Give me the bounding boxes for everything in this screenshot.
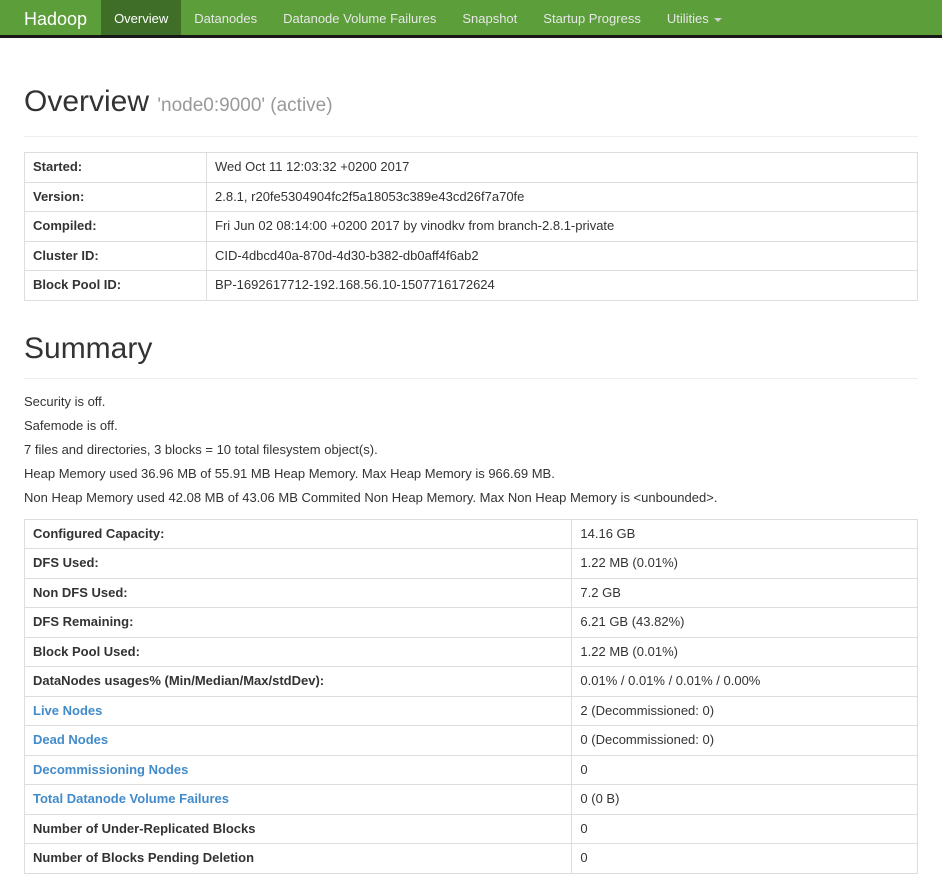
- row-label-cell: Number of Under-Replicated Blocks: [23, 813, 573, 844]
- table-row: Block Pool Used: 1.22 MB (0.01%): [23, 636, 918, 667]
- summary-paragraph: Heap Memory used 36.96 MB of 55.91 MB He…: [24, 465, 555, 481]
- row-label-cell: Number of Blocks Pending Deletion: [23, 843, 573, 874]
- nav-tab[interactable]: Overview: [101, 0, 182, 35]
- nav-tab-label: Datanodes: [194, 11, 258, 26]
- table-row: Cluster ID: CID-4dbcd40a-870d-4d30-b382-…: [24, 240, 918, 271]
- namenode-address: 'node0:9000' (active): [157, 95, 333, 116]
- row-label-cell: Configured Capacity:: [23, 518, 573, 549]
- summary-row-value: 0: [571, 843, 918, 874]
- table-row: Compiled: Fri Jun 02 08:14:00 +0200 2017…: [24, 211, 918, 242]
- row-label-cell: Non DFS Used:: [23, 577, 573, 608]
- nav-tab-label: Datanode Volume Failures: [283, 11, 437, 26]
- summary-title: Summary: [24, 332, 918, 379]
- overview-row-label: Compiled:: [33, 218, 97, 233]
- row-label-cell: Started:: [24, 152, 207, 183]
- overview-row-label: Started:: [33, 159, 83, 174]
- table-row: Version: 2.8.1, r20fe5304904fc2f5a18053c…: [24, 181, 918, 212]
- summary-row-label[interactable]: Dead Nodes: [33, 732, 108, 747]
- table-row: Number of Under-Replicated Blocks 0: [23, 813, 918, 844]
- nav-tab-label: Startup Progress: [543, 11, 641, 26]
- nav-tab[interactable]: Datanodes: [181, 0, 270, 35]
- overview-row-label: Version:: [33, 188, 85, 204]
- summary-row-label: Configured Capacity:: [33, 525, 165, 541]
- table-row: Total Datanode Volume Failures 0 (0 B): [23, 784, 918, 815]
- summary-paragraph: 7 files and directories, 3 blocks = 10 t…: [24, 441, 378, 457]
- row-label-cell: DataNodes usages% (Min/Median/Max/stdDev…: [23, 666, 573, 697]
- nav-tab[interactable]: Snapshot: [449, 0, 530, 35]
- table-row: DFS Remaining: 6.21 GB (43.82%): [23, 607, 918, 638]
- overview-table: Started: Wed Oct 11 12:03:32 +0200 2017 …: [24, 152, 918, 301]
- row-label-cell: Version:: [24, 181, 207, 212]
- overview-row-label: Block Pool ID:: [33, 277, 122, 292]
- summary-row-value: 1.22 MB (0.01%): [571, 636, 918, 667]
- summary-paragraph: Safemode is off.: [24, 417, 118, 433]
- navbar: Hadoop Overview Datanodes Datanode Volum…: [0, 0, 942, 38]
- chevron-down-icon: [713, 17, 722, 22]
- summary-paragraph: Security is off.: [24, 393, 106, 409]
- summary-row-label: DFS Used:: [33, 555, 99, 570]
- summary-row-label: Number of Blocks Pending Deletion: [33, 850, 255, 865]
- summary-row-value: 0 (0 B): [571, 784, 918, 815]
- summary-row-value: 0: [571, 813, 918, 844]
- nav-tab-label: Overview: [114, 11, 169, 26]
- table-row: Configured Capacity: 14.16 GB: [23, 518, 918, 549]
- summary-row-label[interactable]: Total Datanode Volume Failures: [33, 791, 229, 806]
- row-label-cell: DFS Remaining:: [23, 607, 573, 638]
- summary-row-value: 2 (Decommissioned: 0): [571, 695, 918, 726]
- page-title-text: Overview: [24, 85, 150, 118]
- table-row: Live Nodes 2 (Decommissioned: 0): [23, 695, 918, 726]
- summary-paragraphs: Security is off. Safemode is off. 7 file…: [24, 393, 918, 507]
- row-label-cell: DFS Used:: [23, 548, 573, 579]
- summary-row-value: 0 (Decommissioned: 0): [571, 725, 918, 756]
- hadoop-brand[interactable]: Hadoop: [24, 0, 87, 35]
- row-label-cell: Decommissioning Nodes: [23, 754, 573, 785]
- summary-row-value: 7.2 GB: [571, 577, 918, 608]
- page-title: Overview 'node0:9000' (active): [24, 85, 918, 137]
- nav-tab-label: Utilities: [666, 11, 709, 26]
- summary-paragraph: Non Heap Memory used 42.08 MB of 43.06 M…: [24, 489, 718, 505]
- summary-row-label: DFS Remaining:: [33, 614, 134, 629]
- table-row: DFS Used: 1.22 MB (0.01%): [23, 548, 918, 579]
- row-label-cell: Live Nodes: [23, 695, 573, 726]
- nav-tabs: Overview Datanodes Datanode Volume Failu…: [101, 0, 735, 35]
- summary-row-value: 0.01% / 0.01% / 0.01% / 0.00%: [571, 666, 918, 697]
- summary-row-value: 0: [571, 754, 918, 785]
- table-row: DataNodes usages% (Min/Median/Max/stdDev…: [23, 666, 918, 697]
- summary-row-label: Number of Under-Replicated Blocks: [33, 820, 256, 836]
- summary-row-label: DataNodes usages% (Min/Median/Max/stdDev…: [33, 673, 325, 688]
- table-row: Block Pool ID: BP-1692617712-192.168.56.…: [24, 270, 918, 301]
- nav-tab[interactable]: Datanode Volume Failures: [270, 0, 449, 35]
- summary-row-value: 1.22 MB (0.01%): [571, 548, 918, 579]
- table-row: Decommissioning Nodes 0: [23, 754, 918, 785]
- row-label-cell: Block Pool ID:: [24, 270, 207, 301]
- row-label-cell: Dead Nodes: [23, 725, 573, 756]
- summary-row-label[interactable]: Decommissioning Nodes: [33, 762, 188, 777]
- table-row: Started: Wed Oct 11 12:03:32 +0200 2017: [24, 152, 918, 183]
- table-row: Non DFS Used: 7.2 GB: [23, 577, 918, 608]
- summary-row-value: 6.21 GB (43.82%): [571, 607, 918, 638]
- row-label-cell: Block Pool Used:: [23, 636, 573, 667]
- overview-row-value: CID-4dbcd40a-870d-4d30-b382-db0aff4f6ab2: [206, 240, 918, 271]
- table-row: Dead Nodes 0 (Decommissioned: 0): [23, 725, 918, 756]
- overview-row-value: Wed Oct 11 12:03:32 +0200 2017: [206, 152, 918, 183]
- row-label-cell: Cluster ID:: [24, 240, 207, 271]
- summary-row-label[interactable]: Live Nodes: [33, 703, 102, 718]
- overview-row-value: 2.8.1, r20fe5304904fc2f5a18053c389e43cd2…: [206, 181, 918, 212]
- nav-tab-label: Snapshot: [462, 11, 518, 26]
- main-content: Overview 'node0:9000' (active) Started: …: [0, 85, 942, 874]
- overview-row-value: BP-1692617712-192.168.56.10-150771617262…: [206, 270, 918, 301]
- row-label-cell: Compiled:: [24, 211, 207, 242]
- summary-table: Configured Capacity: 14.16 GB DFS Used: …: [23, 518, 918, 874]
- nav-tab[interactable]: Startup Progress: [530, 0, 654, 35]
- overview-row-value: Fri Jun 02 08:14:00 +0200 2017 by vinodk…: [206, 211, 918, 242]
- row-label-cell: Total Datanode Volume Failures: [23, 784, 573, 815]
- table-row: Number of Blocks Pending Deletion 0: [23, 843, 918, 874]
- overview-row-label: Cluster ID:: [33, 247, 99, 263]
- nav-tab[interactable]: Utilities: [654, 0, 735, 35]
- summary-row-value: 14.16 GB: [571, 518, 918, 549]
- summary-row-label: Non DFS Used:: [33, 584, 128, 600]
- summary-row-label: Block Pool Used:: [33, 643, 140, 659]
